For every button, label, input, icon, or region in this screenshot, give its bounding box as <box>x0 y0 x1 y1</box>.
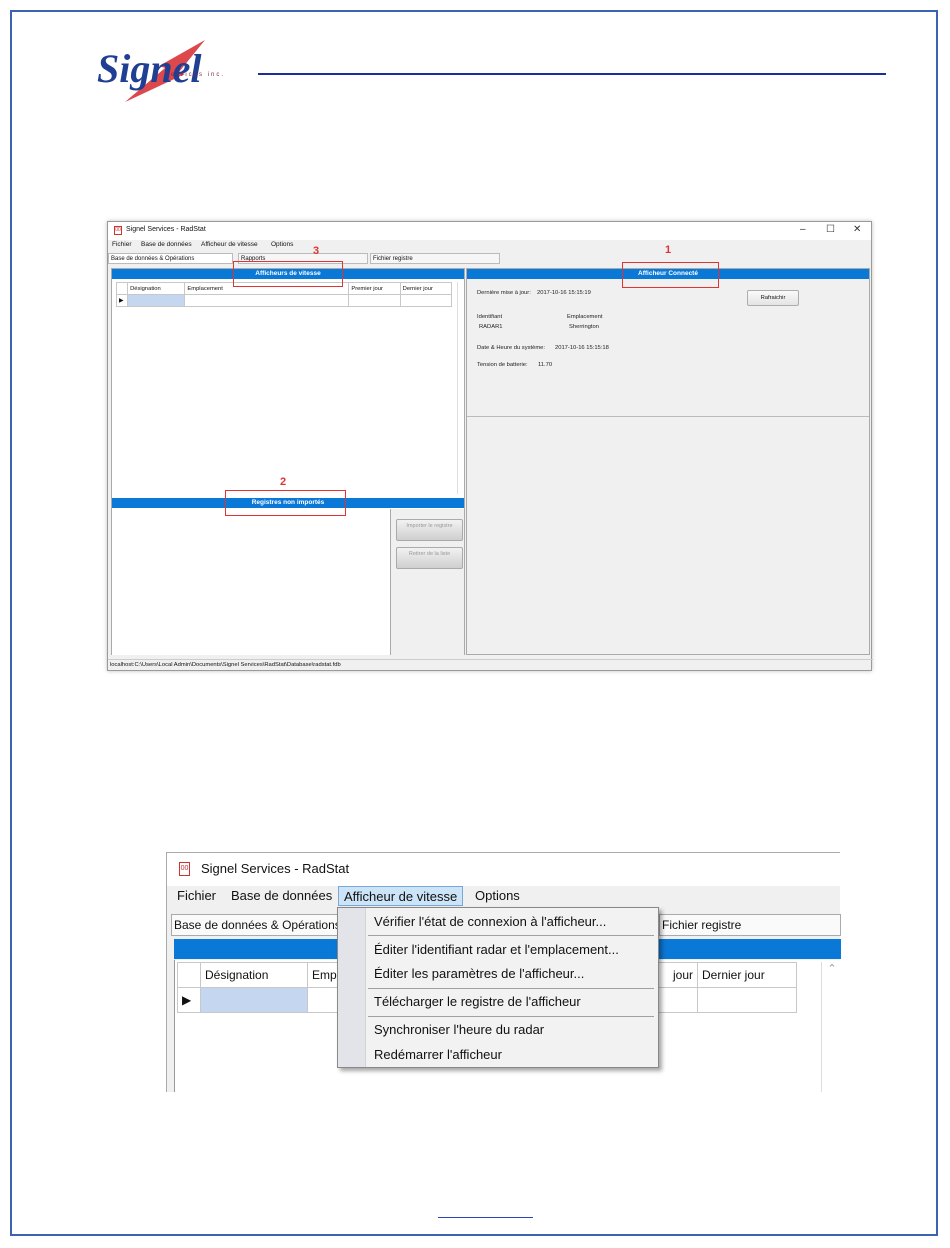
location-value: Sherrington <box>569 324 599 330</box>
window-title: Signel Services - RadStat <box>201 861 350 876</box>
header-rule <box>258 73 886 75</box>
menu-fichier[interactable]: Fichier <box>177 888 216 903</box>
logo-subtitle: Services inc. <box>165 72 226 78</box>
row-header-cell <box>177 962 201 988</box>
annotation-number-1: 1 <box>665 244 672 256</box>
afficheur-dropdown-menu: Vérifier l'état de connexion à l'affiche… <box>337 907 659 1068</box>
col-designation[interactable]: Désignation <box>127 282 186 295</box>
menu-separator <box>368 1016 654 1017</box>
col-designation[interactable]: Désignation <box>200 962 308 988</box>
tab-base-de-donnees[interactable]: Base de données & Opérations <box>108 253 233 264</box>
menu-item-synchroniser-heure[interactable]: Synchroniser l'heure du radar <box>374 1022 544 1037</box>
row-pointer-icon: ▶ <box>177 987 201 1013</box>
battery-label: Tension de batterie: <box>477 362 528 368</box>
col-premier-jour[interactable]: Premier jour <box>348 282 401 295</box>
battery-value: 11.70 <box>538 362 553 368</box>
table-cell[interactable] <box>348 294 401 307</box>
annotation-box-1 <box>622 262 719 288</box>
table-cell[interactable] <box>399 294 453 307</box>
menu-options[interactable]: Options <box>475 888 520 903</box>
menu-item-redemarrer[interactable]: Redémarrer l'afficheur <box>374 1047 502 1062</box>
menu-afficheur-de-vitesse[interactable]: Afficheur de vitesse <box>201 241 258 248</box>
vertical-scrollbar[interactable] <box>457 282 466 494</box>
tab-fichier-registre[interactable]: Fichier registre <box>370 253 500 264</box>
menu-item-verifier-connexion[interactable]: Vérifier l'état de connexion à l'affiche… <box>374 914 606 929</box>
registers-list[interactable] <box>112 509 391 655</box>
close-icon[interactable]: ✕ <box>853 224 861 235</box>
table-cell[interactable] <box>200 987 308 1013</box>
title-bar: 00 Signel Services - RadStat <box>167 852 840 886</box>
title-bar: 00 Signel Services - RadStat – ☐ ✕ <box>108 222 871 240</box>
left-panel: Afficheurs de vitesse Désignation Emplac… <box>111 268 465 655</box>
table-cell[interactable] <box>697 987 797 1013</box>
col-dernier-jour[interactable]: Dernier jour <box>399 282 453 295</box>
signel-logo: Signel <box>97 40 205 102</box>
table-row[interactable]: ▶ <box>115 294 453 307</box>
app-icon: 00 <box>114 226 122 235</box>
app-icon: 00 <box>179 862 190 876</box>
menu-afficheur-de-vitesse[interactable]: Afficheur de vitesse <box>338 886 464 906</box>
menu-separator <box>368 988 654 989</box>
menu-separator <box>368 935 654 936</box>
right-panel: Afficheur Connecté Dernière mise à jour:… <box>466 268 870 655</box>
menu-bar: Fichier Base de données Afficheur de vit… <box>167 885 840 907</box>
panel-divider <box>467 416 869 417</box>
footer-rule <box>438 1217 533 1218</box>
menu-fichier[interactable]: Fichier <box>112 241 132 248</box>
identifier-label: Identifiant <box>477 314 503 320</box>
remove-from-list-button[interactable]: Retirer de la liste <box>396 547 463 569</box>
tab-fichier-registre[interactable]: Fichier registre <box>659 914 841 936</box>
menu-gutter <box>338 908 366 1067</box>
menu-item-editer-parametres[interactable]: Éditer les paramètres de l'afficheur... <box>374 966 584 981</box>
logo-wordmark: Signel <box>97 46 202 91</box>
import-register-button[interactable]: Importer le registre <box>396 519 463 541</box>
tab-base-de-donnees[interactable]: Base de données & Opérations <box>171 914 343 936</box>
menu-base-de-donnees[interactable]: Base de données <box>231 888 332 903</box>
system-time-label: Date & Heure du système: <box>477 345 545 351</box>
scroll-up-icon[interactable]: ⌃ <box>821 962 842 1092</box>
annotation-number-2: 2 <box>280 476 287 488</box>
last-update-value: 2017-10-16 15:15:19 <box>537 290 591 296</box>
maximize-icon[interactable]: ☐ <box>826 224 835 235</box>
annotation-number-3: 3 <box>313 245 320 257</box>
refresh-button[interactable]: Rafraichir <box>747 290 799 306</box>
location-label: Emplacement <box>567 314 603 320</box>
row-pointer-icon: ▶ <box>115 294 129 307</box>
menu-bar: Fichier Base de données Afficheur de vit… <box>108 240 871 251</box>
system-time-value: 2017-10-16 15:15:18 <box>555 345 609 351</box>
annotation-box-2 <box>225 490 346 516</box>
menu-item-telecharger-registre[interactable]: Télécharger le registre de l'afficheur <box>374 994 581 1009</box>
menu-item-editer-identifiant[interactable]: Éditer l'identifiant radar et l'emplacem… <box>374 942 619 957</box>
registers-actions: Importer le registre Retirer de la liste <box>391 509 464 655</box>
table-cell[interactable] <box>127 294 186 307</box>
status-bar: localhost:C:\Users\Local Admin\Documents… <box>108 659 873 671</box>
menu-options[interactable]: Options <box>271 241 293 248</box>
minimize-icon[interactable]: – <box>800 224 806 235</box>
row-header-cell <box>115 282 129 295</box>
col-dernier-jour[interactable]: Dernier jour <box>697 962 797 988</box>
annotation-box-3 <box>233 261 343 287</box>
identifier-value: RADAR1 <box>479 324 503 330</box>
table-cell[interactable] <box>184 294 350 307</box>
tab-strip: Base de données & Opérations Rapports Fi… <box>108 253 871 265</box>
last-update-label: Dernière mise à jour: <box>477 290 531 296</box>
window-title: Signel Services - RadStat <box>126 226 206 233</box>
radstat-window-screenshot: 00 Signel Services - RadStat – ☐ ✕ Fichi… <box>107 221 873 671</box>
menu-base-de-donnees[interactable]: Base de données <box>141 241 192 248</box>
